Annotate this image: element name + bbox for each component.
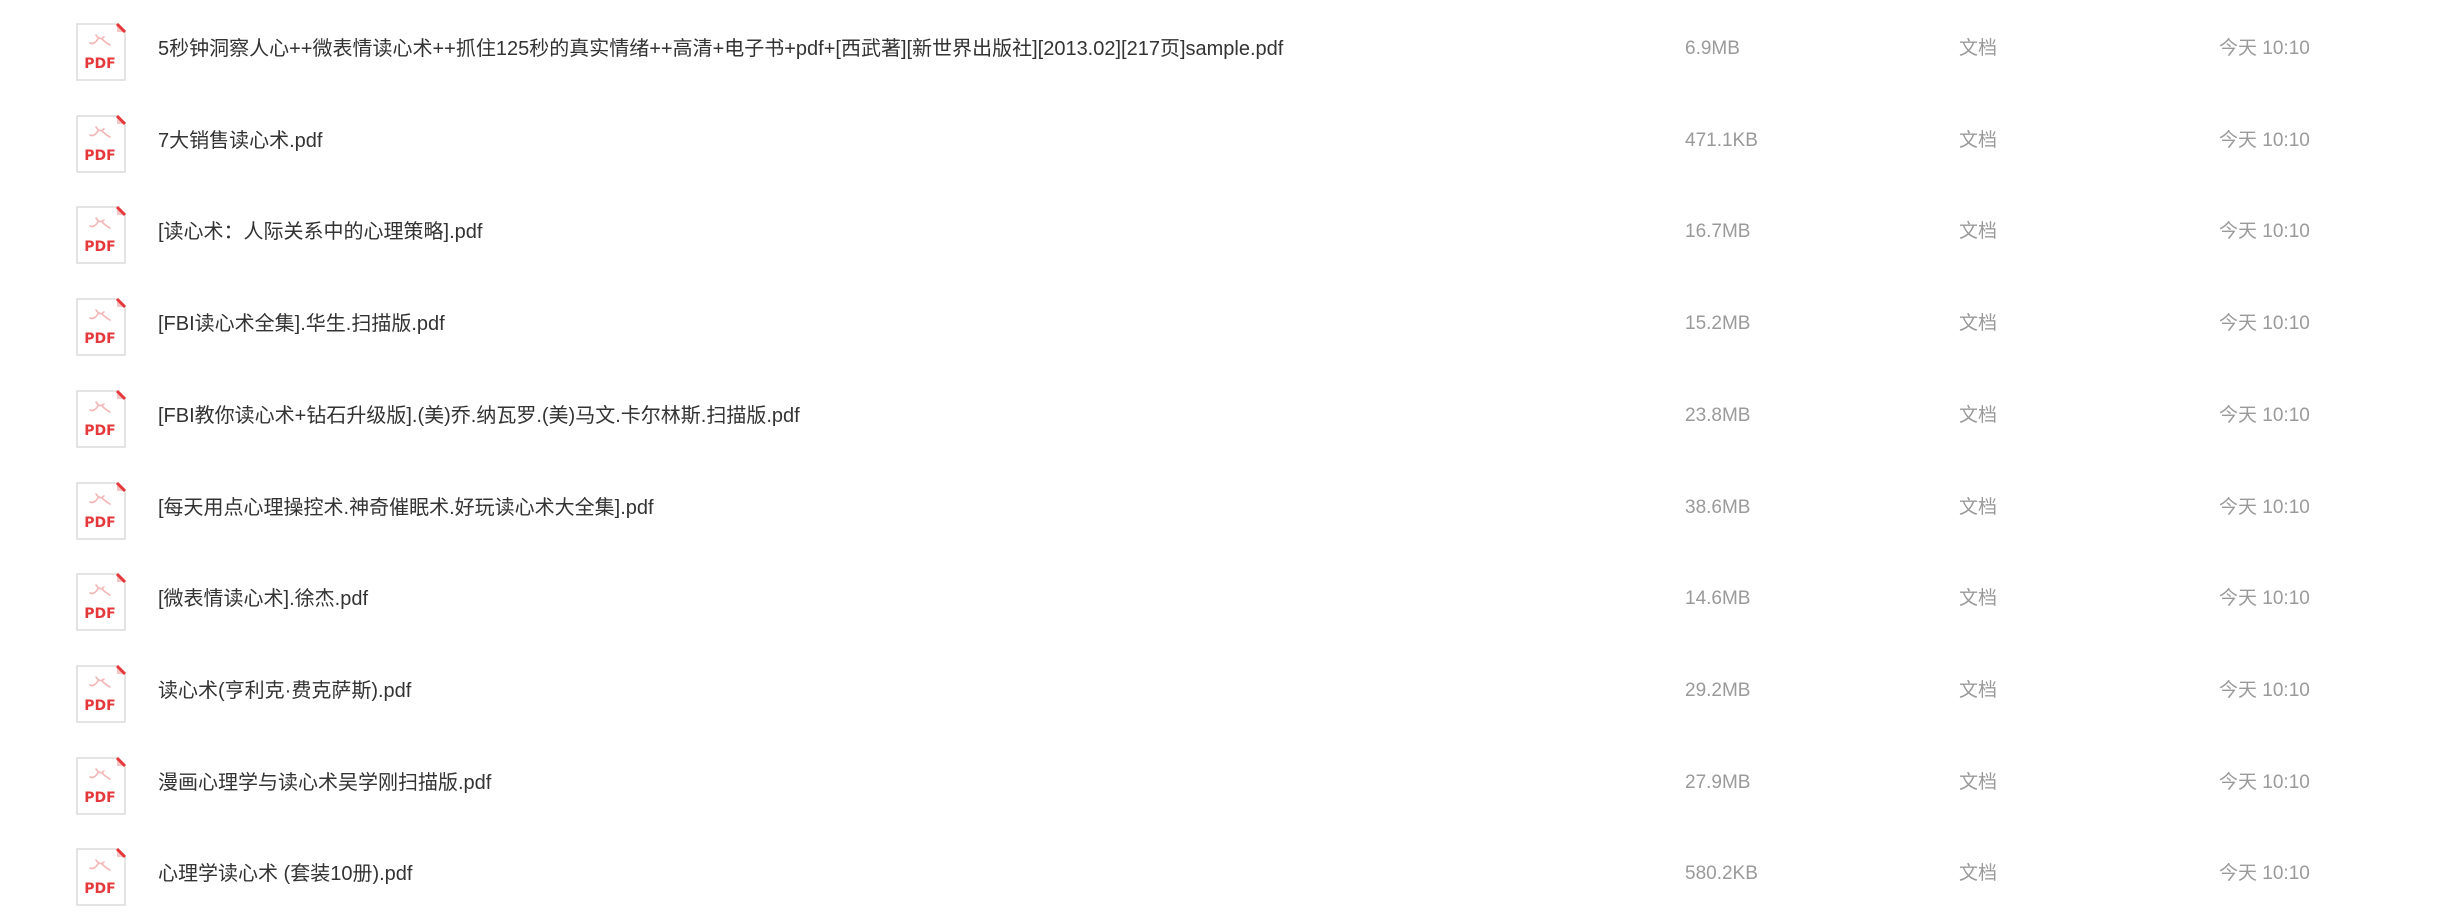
file-size: 14.6MB — [1685, 588, 1751, 610]
file-size: 29.2MB — [1685, 679, 1751, 701]
pdf-icon: PDF — [76, 389, 126, 448]
pdf-icon: PDF — [76, 23, 126, 81]
file-modified-time: 今天 10:10 — [2219, 313, 2310, 335]
file-name: 读心术(亨利克·费克萨斯).pdf — [158, 679, 412, 702]
file-modified-time: 今天 10:10 — [2219, 38, 2310, 59]
file-row[interactable]: PDF 漫画心理学与读心术吴学刚扫描版.pdf 27.9MB 文档 今天 10:… — [0, 739, 2441, 829]
file-name: 5秒钟洞察人心++微表情读心术++抓住125秒的真实情绪++高清+电子书+pdf… — [158, 38, 1284, 60]
file-modified-time: 今天 10:10 — [2219, 863, 2310, 885]
file-type: 文档 — [1959, 38, 1998, 59]
file-type: 文档 — [1959, 863, 1998, 885]
file-name: [FBI读心术全集].华生.扫描版.pdf — [158, 313, 445, 336]
pdf-icon: PDF — [76, 206, 126, 265]
file-name: 7大销售读心术.pdf — [158, 129, 323, 152]
svg-text:PDF: PDF — [84, 56, 115, 72]
pdf-icon: PDF — [76, 298, 126, 356]
svg-text:PDF: PDF — [84, 698, 115, 714]
file-modified-time: 今天 10:10 — [2219, 679, 2310, 701]
file-row[interactable]: PDF [FBI教你读心术+钻石升级版].(美)乔.纳瓦罗.(美)马文.卡尔林斯… — [0, 372, 2441, 462]
file-row[interactable]: PDF [FBI读心术全集].华生.扫描版.pdf 15.2MB 文档 今天 1… — [0, 280, 2441, 370]
file-row[interactable]: PDF 读心术(亨利克·费克萨斯).pdf 29.2MB 文档 今天 10:10 — [0, 647, 2441, 737]
svg-text:PDF: PDF — [84, 515, 115, 531]
file-type: 文档 — [1959, 496, 1998, 518]
file-modified-time: 今天 10:10 — [2219, 221, 2310, 243]
file-name: [微表情读心术].徐杰.pdf — [158, 588, 369, 611]
file-size: 471.1KB — [1685, 129, 1758, 151]
file-name: [每天用点心理操控术.神奇催眠术.好玩读心术大全集].pdf — [158, 496, 654, 519]
pdf-icon: PDF — [76, 481, 126, 540]
file-size: 27.9MB — [1685, 771, 1751, 793]
file-row[interactable]: PDF [微表情读心术].徐杰.pdf 14.6MB 文档 今天 10:10 — [0, 555, 2441, 645]
file-name: [读心术：人际关系中的心理策略].pdf — [158, 221, 483, 244]
svg-text:PDF: PDF — [84, 148, 115, 164]
file-name: [FBI教你读心术+钻石升级版].(美)乔.纳瓦罗.(美)马文.卡尔林斯.扫描版… — [158, 404, 800, 427]
file-list: PDF 5秒钟洞察人心++微表情读心术++抓住125秒的真实情绪++高清+电子书… — [0, 0, 2441, 917]
file-modified-time: 今天 10:10 — [2219, 496, 2310, 518]
file-modified-time: 今天 10:10 — [2219, 771, 2310, 793]
file-modified-time: 今天 10:10 — [2219, 129, 2310, 151]
file-size: 6.9MB — [1685, 38, 1740, 59]
svg-text:PDF: PDF — [84, 239, 115, 255]
file-type: 文档 — [1959, 404, 1998, 426]
pdf-icon: PDF — [76, 664, 126, 723]
file-row[interactable]: PDF 7大销售读心术.pdf 471.1KB 文档 今天 10:10 — [0, 97, 2441, 187]
file-size: 580.2KB — [1685, 863, 1758, 885]
svg-text:PDF: PDF — [84, 790, 115, 806]
file-row[interactable]: PDF 5秒钟洞察人心++微表情读心术++抓住125秒的真实情绪++高清+电子书… — [0, 5, 2441, 95]
file-modified-time: 今天 10:10 — [2219, 588, 2310, 610]
pdf-icon: PDF — [76, 848, 126, 907]
file-type: 文档 — [1959, 129, 1998, 151]
file-size: 38.6MB — [1685, 496, 1751, 518]
file-size: 16.7MB — [1685, 221, 1751, 243]
file-modified-time: 今天 10:10 — [2219, 404, 2310, 426]
file-row[interactable]: PDF [读心术：人际关系中的心理策略].pdf 16.7MB 文档 今天 10… — [0, 188, 2441, 278]
svg-text:PDF: PDF — [84, 606, 115, 622]
svg-text:PDF: PDF — [84, 881, 115, 897]
file-size: 23.8MB — [1685, 404, 1751, 426]
pdf-icon: PDF — [76, 756, 126, 815]
file-name: 心理学读心术 (套装10册).pdf — [158, 863, 413, 886]
file-type: 文档 — [1959, 588, 1998, 610]
svg-text:PDF: PDF — [84, 423, 115, 439]
file-type: 文档 — [1959, 313, 1998, 335]
file-row[interactable]: PDF [每天用点心理操控术.神奇催眠术.好玩读心术大全集].pdf 38.6M… — [0, 464, 2441, 554]
file-type: 文档 — [1959, 679, 1998, 701]
pdf-icon: PDF — [76, 573, 126, 631]
file-row[interactable]: PDF 心理学读心术 (套装10册).pdf 580.2KB 文档 今天 10:… — [0, 830, 2441, 920]
file-type: 文档 — [1959, 221, 1998, 243]
file-name: 漫画心理学与读心术吴学刚扫描版.pdf — [158, 771, 492, 794]
file-size: 15.2MB — [1685, 313, 1751, 335]
svg-text:PDF: PDF — [84, 331, 115, 347]
pdf-icon: PDF — [76, 114, 126, 173]
file-type: 文档 — [1959, 771, 1998, 793]
